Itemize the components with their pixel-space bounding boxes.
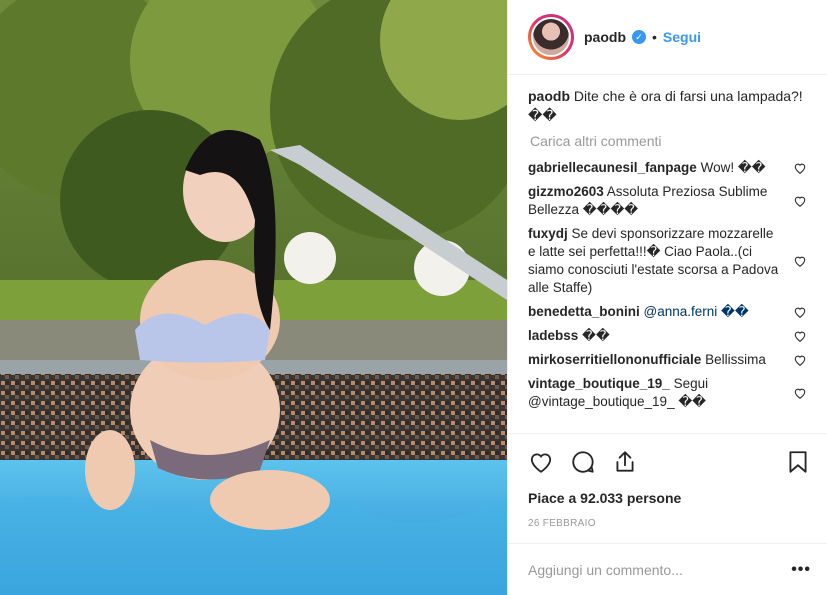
caption-text: Dite che è ora di farsi una lampada?! �� [528,88,803,123]
post-actions: Piace a 92.033 persone 26 FEBBRAIO [508,433,827,543]
post-sidebar: paodb ✓ • Segui paodb Dite che è ora di … [507,0,827,595]
post-header: paodb ✓ • Segui [508,0,827,75]
action-icons [528,442,811,482]
comment-text: Wow! �� [700,160,766,175]
comment-username[interactable]: fuxydj [528,226,568,241]
bookmark-icon[interactable] [785,449,811,475]
follow-button[interactable]: Segui [663,29,701,45]
like-comment-heart-icon[interactable] [793,329,807,343]
comment-text: Bellissima [705,352,766,367]
verified-badge-icon: ✓ [632,30,646,44]
like-comment-heart-icon[interactable] [793,353,807,367]
comment-item: gabriellecaunesil_fanpage Wow! �� [528,159,807,177]
caption: paodb Dite che è ora di farsi una lampad… [528,87,807,125]
photo-illustration [0,0,507,595]
post-photo[interactable] [0,0,507,595]
comment-item: mirkoserritiellononufficiale Bellissima [528,351,807,369]
instagram-post: paodb ✓ • Segui paodb Dite che è ora di … [0,0,827,595]
comment-item: vintage_boutique_19_ Segui @vintage_bout… [528,375,807,411]
like-comment-heart-icon[interactable] [793,254,807,268]
comment-username[interactable]: vintage_boutique_19_ [528,376,670,391]
comment-username[interactable]: mirkoserritiellononufficiale [528,352,701,367]
comment-text: �� [582,328,610,343]
comment-item: ladebss �� [528,327,807,345]
comment-bubble-icon[interactable] [570,449,596,475]
caption-username[interactable]: paodb [528,88,570,104]
avatar[interactable] [528,14,574,60]
header-separator: • [652,29,657,45]
comment-username[interactable]: gizzmo2603 [528,184,604,199]
add-comment-input[interactable] [528,561,792,578]
more-options-button[interactable]: ••• [791,561,811,579]
header-username[interactable]: paodb [584,29,626,45]
comment-username[interactable]: benedetta_bonini [528,304,640,319]
comment-item: gizzmo2603 Assoluta Preziosa Sublime Bel… [528,183,807,219]
like-heart-icon[interactable] [528,449,554,475]
post-date: 26 FEBBRAIO [528,518,596,529]
like-comment-heart-icon[interactable] [793,161,807,175]
like-comment-heart-icon[interactable] [793,386,807,400]
like-comment-heart-icon[interactable] [793,194,807,208]
comment-username[interactable]: gabriellecaunesil_fanpage [528,160,697,175]
comment-text: @anna.ferni �� [643,304,749,319]
comment-username[interactable]: ladebss [528,328,578,343]
comment-item: benedetta_bonini @anna.ferni �� [528,303,807,321]
add-comment-bar: ••• [508,543,827,595]
share-upload-icon[interactable] [612,449,638,475]
like-comment-heart-icon[interactable] [793,305,807,319]
load-more-comments-button[interactable]: Carica altri commenti [530,133,807,149]
comment-item: fuxydj Se devi sponsorizzare mozzarelle … [528,225,807,297]
avatar-image [531,17,571,57]
likes-count[interactable]: Piace a 92.033 persone [528,490,811,506]
comments-list: paodb Dite che è ora di farsi una lampad… [508,75,827,433]
